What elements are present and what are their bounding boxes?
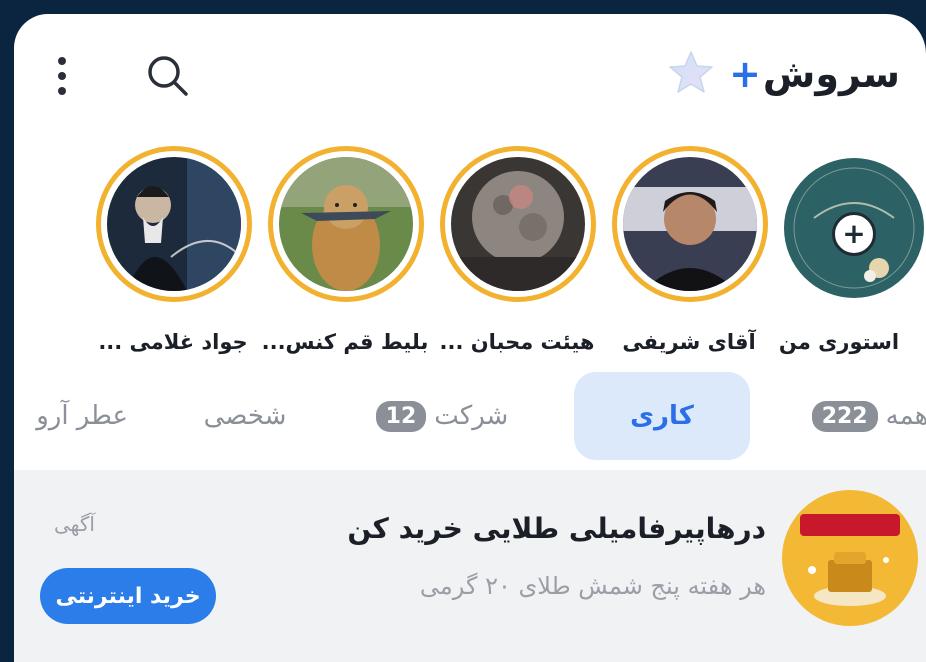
tab-count: 12: [375, 400, 427, 432]
buy-online-button[interactable]: خرید اینترنتی: [40, 568, 216, 624]
story-ring: [268, 146, 424, 302]
ad-item[interactable]: درهاپیرفامیلی طلایی خرید کن هر هفته پنج …: [14, 470, 926, 662]
tab-all[interactable]: همه 222: [786, 372, 926, 460]
ad-title: درهاپیرفامیلی طلایی خرید کن: [347, 512, 766, 545]
brand-logo: سروش +: [665, 44, 900, 104]
tab-label: شخصی: [203, 401, 287, 431]
tab-count: 222: [811, 400, 878, 432]
story-avatar: [623, 157, 757, 291]
story-item[interactable]: بلیط قم کنس...: [260, 144, 430, 374]
star-icon[interactable]: [665, 48, 717, 100]
ad-thumbnail: [782, 490, 918, 626]
story-item[interactable]: هیئت محبان ...: [432, 144, 602, 374]
search-icon[interactable]: [142, 50, 194, 102]
story-avatar: [451, 157, 585, 291]
app-window: سروش + + استوری من آقای شریفی هیئت محبان…: [14, 14, 926, 662]
story-avatar: [279, 157, 413, 291]
story-label: هیئت محبان ...: [439, 330, 595, 354]
tab-personal[interactable]: شخصی: [180, 372, 310, 460]
story-label: جواد غلامی ...: [98, 330, 248, 354]
story-label: بلیط قم کنس...: [261, 330, 429, 354]
stories-bar: + استوری من آقای شریفی هیئت محبان ... بل…: [14, 144, 926, 374]
story-ring: [440, 146, 596, 302]
story-avatar: [107, 157, 241, 291]
story-ring: [96, 146, 252, 302]
ad-subtitle: هر هفته پنج شمش طلای ۲۰ گرمی: [419, 572, 766, 600]
story-ring: [612, 146, 768, 302]
tab-label: عطر آرو: [36, 401, 128, 431]
tab-work[interactable]: کاری: [574, 372, 750, 460]
tab-perfume[interactable]: عطر آرو: [14, 372, 128, 460]
tab-label: همه: [885, 401, 926, 431]
story-item[interactable]: جواد غلامی ...: [88, 144, 258, 374]
app-header: سروش +: [14, 14, 926, 124]
story-label: آقای شریفی: [622, 330, 756, 354]
brand-name: سروش: [762, 52, 900, 96]
folder-tabs: همه 222 کاری شرکت 12 شخصی عطر آرو: [14, 372, 926, 472]
tab-label: کاری: [630, 401, 694, 431]
tab-label: شرکت: [434, 401, 509, 431]
ad-label: آگهی: [54, 512, 95, 536]
brand-plus: +: [729, 52, 761, 96]
tab-company[interactable]: شرکت 12: [350, 372, 526, 460]
story-item[interactable]: آقای شریفی: [604, 144, 774, 374]
add-icon[interactable]: +: [832, 212, 876, 256]
more-vertical-icon[interactable]: [50, 48, 74, 104]
